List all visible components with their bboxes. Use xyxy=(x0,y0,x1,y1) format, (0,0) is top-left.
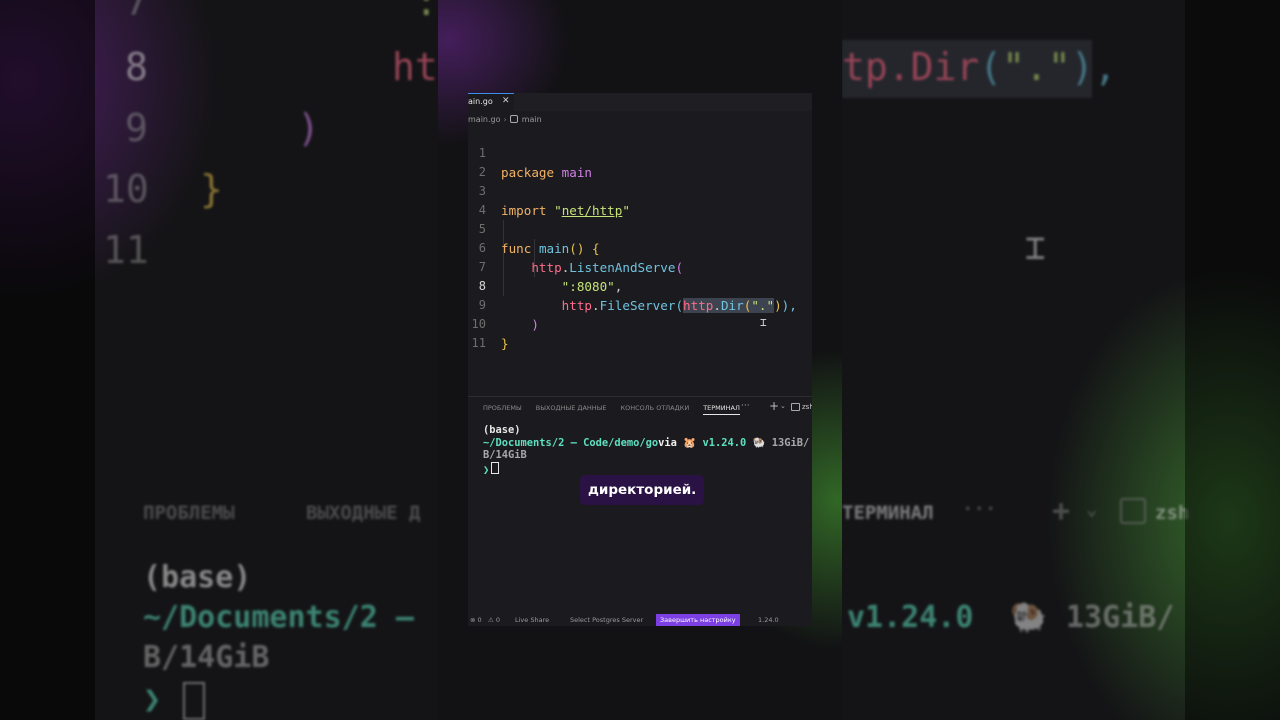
bg-chevron-icon: ⌄ xyxy=(1086,498,1098,520)
term-line-base: (base) xyxy=(483,424,521,436)
shell-selector[interactable]: zsh xyxy=(791,403,812,411)
term-path: ~/Documents/2 – Code/demo/go xyxy=(483,436,659,449)
go-version-indicator[interactable]: 1.24.0 xyxy=(758,616,779,624)
term-memory: 13GiB/ xyxy=(771,436,810,449)
tab-debug-console[interactable]: КОНСОЛЬ ОТЛАДКИ xyxy=(621,404,690,415)
bg-term-version: v1.24.0 xyxy=(847,600,974,635)
code-editor-window: ain.go ✕ main.go › main 1 package main 2 xyxy=(468,93,812,626)
gopher-icon: 🐹 xyxy=(683,436,697,449)
code-line-9: 9 ) xyxy=(468,277,812,332)
bg-term-cursor xyxy=(183,682,205,720)
bg-line-number-7: 7 xyxy=(125,0,148,24)
bg-term-prompt: ❯ xyxy=(143,682,162,717)
right-shade xyxy=(1185,0,1280,720)
bg-code-line-9: ) xyxy=(297,106,320,150)
chevron-down-icon[interactable]: ⌄ xyxy=(780,402,786,410)
errors-indicator[interactable]: ⊗ 0 xyxy=(470,616,482,624)
bg-code-line-10: } xyxy=(200,167,223,211)
term-memory-2: B/14GiB xyxy=(483,449,527,461)
bg-more-icon: ··· xyxy=(962,498,997,520)
ibeam-cursor-icon: ⌶ xyxy=(760,316,767,329)
tab-main-go[interactable]: ain.go ✕ xyxy=(468,93,514,112)
subtitle-caption: директорией. xyxy=(580,475,705,505)
bg-ram-icon: 🐏 xyxy=(1010,600,1048,635)
code-line-4: 4 xyxy=(468,182,812,217)
tab-label: ain.go xyxy=(468,97,493,106)
finish-setup-button[interactable]: Завершить настройку xyxy=(656,614,740,626)
add-terminal-icon[interactable]: + xyxy=(769,399,779,413)
left-shade xyxy=(0,0,95,720)
bg-ibeam-cursor-icon: ⌶ xyxy=(1025,228,1046,268)
bg-line-number-8: 8 xyxy=(125,45,148,89)
status-bar: ⊗ 0 ⚠ 0 Live Share Select Postgres Serve… xyxy=(468,614,812,626)
code-line-10: 10 } xyxy=(468,296,812,351)
symbol-icon xyxy=(509,115,518,123)
close-icon[interactable]: ✕ xyxy=(502,96,510,106)
bg-shell-icon xyxy=(1120,498,1146,524)
code-line-5: 5 func main() { xyxy=(468,201,812,256)
tab-terminal[interactable]: ТЕРМИНАЛ xyxy=(703,404,740,415)
postgres-server-button[interactable]: Select Postgres Server xyxy=(570,616,643,624)
bg-code-line-8-right: tp.Dir("."), xyxy=(842,45,1117,89)
term-go-version: v1.24.0 xyxy=(702,436,747,449)
breadcrumb: main.go › main xyxy=(468,113,542,125)
panel-tabs: ПРОБЛЕМЫ ВЫХОДНЫЕ ДАННЫЕ КОНСОЛЬ ОТЛАДКИ… xyxy=(483,404,740,415)
foreground-frame: ain.go ✕ main.go › main 1 package main 2 xyxy=(438,0,842,720)
tab-output[interactable]: ВЫХОДНЫЕ ДАННЫЕ xyxy=(536,404,607,415)
terminal-icon xyxy=(791,403,800,411)
more-icon[interactable]: ··· xyxy=(741,401,750,411)
bg-term-path: ~/Documents/2 – xyxy=(143,600,414,635)
term-prompt: ❯ xyxy=(483,463,490,476)
chevron-right-icon: › xyxy=(503,114,507,124)
bg-add-icon: + xyxy=(1052,494,1071,529)
term-via: via xyxy=(658,436,677,449)
tab-problems[interactable]: ПРОБЛЕМЫ xyxy=(483,404,522,415)
bg-tab-problems: ПРОБЛЕМЫ xyxy=(143,502,235,524)
live-share-button[interactable]: Live Share xyxy=(515,616,549,624)
term-cursor xyxy=(491,461,500,474)
code-line-3: 3 import "net/http" xyxy=(468,163,812,218)
video-frame: 7 8 9 10 11 ": htt tp.Dir("."), ) } ПРОБ… xyxy=(0,0,1280,720)
ram-icon: 🐏 xyxy=(752,436,766,449)
bg-line-number-10: 10 xyxy=(103,167,149,211)
bg-term-base: (base) xyxy=(143,560,252,595)
bg-line-number-9: 9 xyxy=(125,106,148,150)
bg-line-number-11: 11 xyxy=(103,228,149,272)
code-line-8: 8 http.FileServer(http.Dir(".")), xyxy=(468,258,812,313)
warnings-indicator[interactable]: ⚠ 0 xyxy=(488,616,500,624)
terminal-panel: ПРОБЛЕМЫ ВЫХОДНЫЕ ДАННЫЕ КОНСОЛЬ ОТЛАДКИ… xyxy=(468,396,812,615)
bg-tab-terminal: ТЕРМИНАЛ xyxy=(842,502,934,524)
code-line-2: 2 xyxy=(468,144,812,179)
breadcrumb-symbol[interactable]: main xyxy=(522,115,542,124)
line-number: 11 xyxy=(471,336,486,350)
breadcrumb-file[interactable]: main.go xyxy=(468,115,501,124)
code-line-6: 6 http.ListenAndServe( xyxy=(468,220,812,275)
bg-term-mem: 13GiB/ xyxy=(1066,600,1175,635)
code-line-1: 1 package main xyxy=(468,125,812,180)
editor-tab-bar: ain.go ✕ xyxy=(468,93,812,112)
bg-tab-output: ВЫХОДНЫЕ Д xyxy=(306,502,421,524)
code-line-7: 7 ":8080", xyxy=(468,239,812,294)
shell-label: zsh xyxy=(802,403,812,411)
bg-term-mem-2: B/14GiB xyxy=(143,640,270,675)
terminal-output[interactable]: (base) ~/Documents/2 – Code/demo/govia 🐹… xyxy=(483,424,809,476)
bg-code-line-7: ": xyxy=(392,0,438,24)
